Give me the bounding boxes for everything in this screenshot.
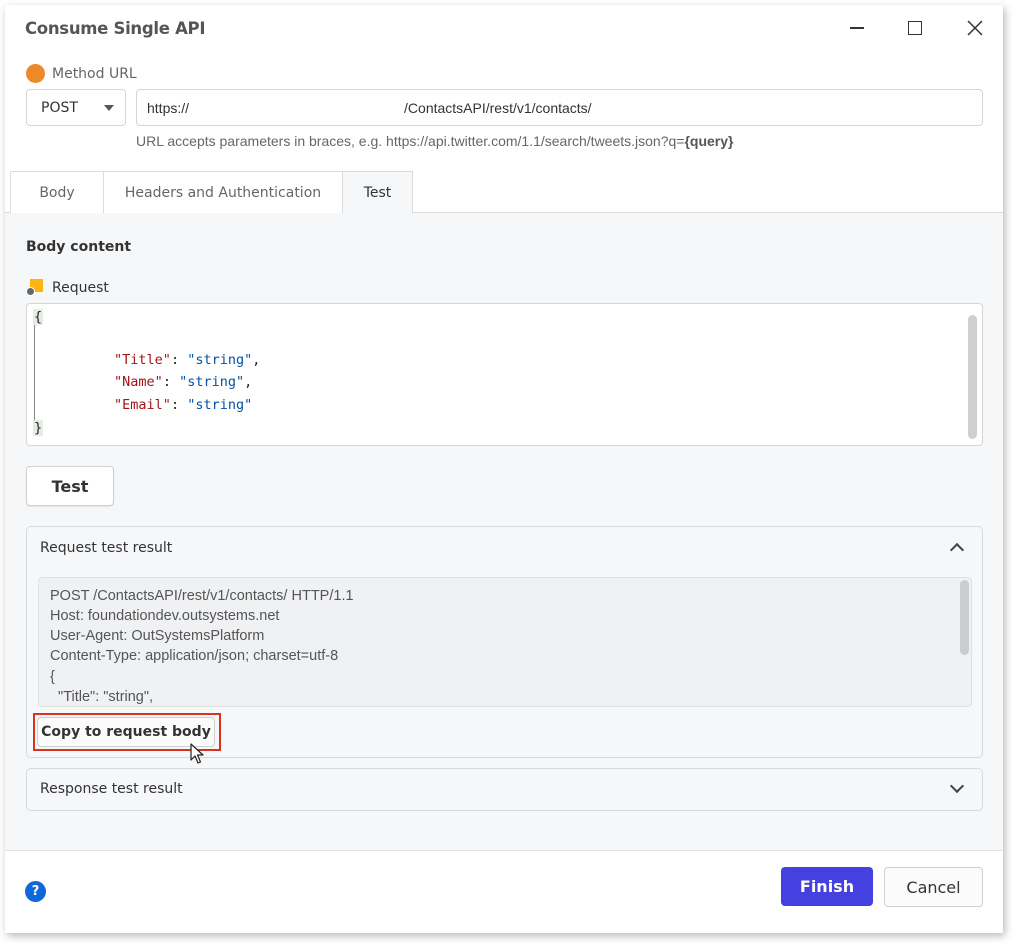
result-scrollbar[interactable] <box>960 580 969 655</box>
request-test-result-panel: Request test result POST /ContactsAPI/re… <box>26 526 983 764</box>
request-body-editor[interactable]: { "Title": "string", "Name": "string", "… <box>26 303 983 446</box>
result-line: { <box>50 669 55 685</box>
response-test-result-title: Response test result <box>40 781 183 797</box>
url-path: /ContactsAPI/rest/v1/contacts/ <box>404 99 592 116</box>
maximize-button[interactable] <box>900 13 930 43</box>
method-value: POST <box>41 99 78 116</box>
code-line: "Title": "string", <box>114 352 261 368</box>
required-indicator-icon <box>26 64 45 83</box>
tab-headers-authentication[interactable]: Headers and Authentication <box>103 171 343 213</box>
tab-bar: Body Headers and Authentication Test <box>5 171 1003 214</box>
request-label: Request <box>52 280 109 296</box>
result-line: POST /ContactsAPI/rest/v1/contacts/ HTTP… <box>50 588 354 604</box>
request-result-text: POST /ContactsAPI/rest/v1/contacts/ HTTP… <box>38 577 972 707</box>
tab-test[interactable]: Test <box>342 171 413 214</box>
code-line: "Name": "string", <box>114 374 253 390</box>
response-test-result-panel[interactable]: Response test result <box>26 768 983 811</box>
method-dropdown[interactable]: POST <box>26 89 126 126</box>
minimize-button[interactable] <box>842 13 872 43</box>
url-input[interactable]: https:// /ContactsAPI/rest/v1/contacts/ <box>136 89 983 126</box>
result-line: Content-Type: application/json; charset=… <box>50 648 339 664</box>
consume-single-api-dialog: Consume Single API Method URL POST https… <box>5 5 1003 933</box>
chevron-down-icon[interactable] <box>949 778 965 794</box>
request-label-row: Request <box>26 279 109 297</box>
request-input-icon <box>26 279 44 297</box>
finish-button[interactable]: Finish <box>781 867 873 906</box>
help-icon[interactable]: ? <box>25 881 46 902</box>
url-hint-text: URL accepts parameters in braces, e.g. h… <box>136 133 685 149</box>
result-line: Host: foundationdev.outsystems.net <box>50 608 280 624</box>
url-hint: URL accepts parameters in braces, e.g. h… <box>136 133 734 149</box>
close-brace: } <box>33 420 44 436</box>
method-url-label-row: Method URL <box>26 64 137 83</box>
request-test-result-title[interactable]: Request test result <box>40 540 172 556</box>
section-title: Body content <box>26 239 132 255</box>
code-line: "Email": "string" <box>114 397 253 413</box>
copy-to-request-body-button[interactable]: Copy to request body <box>37 717 215 747</box>
editor-scrollbar[interactable] <box>968 315 977 439</box>
tab-body[interactable]: Body <box>10 171 104 213</box>
close-button[interactable] <box>960 13 990 43</box>
method-url-label: Method URL <box>52 65 137 82</box>
chevron-up-icon[interactable] <box>949 542 965 558</box>
mouse-pointer-icon <box>190 743 204 764</box>
result-line: User-Agent: OutSystemsPlatform <box>50 628 265 644</box>
url-prefix: https:// <box>147 99 190 116</box>
test-tab-content: Body content Request { "Title": "string"… <box>5 213 1003 851</box>
url-hint-param: {query} <box>684 133 734 149</box>
test-button[interactable]: Test <box>26 466 114 506</box>
dropdown-caret-icon <box>104 105 114 111</box>
close-icon <box>967 20 983 36</box>
fold-guide <box>34 320 35 426</box>
result-line: "Title": "string", <box>50 689 154 705</box>
cancel-button[interactable]: Cancel <box>884 867 983 907</box>
dialog-title: Consume Single API <box>25 19 206 38</box>
open-brace: { <box>33 309 44 325</box>
maximize-icon <box>908 21 922 35</box>
minimize-icon <box>850 27 864 29</box>
